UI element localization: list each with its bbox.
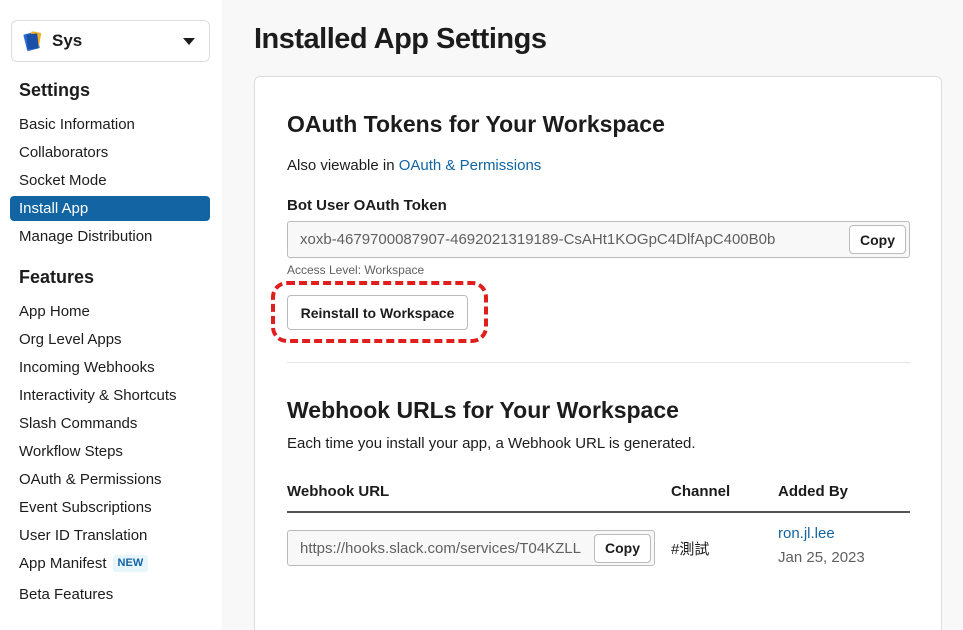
sidebar-item-interactivity-shortcuts[interactable]: Interactivity & Shortcuts — [10, 383, 210, 408]
app-name: Sys — [52, 31, 83, 50]
webhook-channel: #測試 — [671, 541, 710, 558]
settings-heading: Settings — [19, 80, 91, 100]
sidebar-item-manage-distribution[interactable]: Manage Distribution — [10, 224, 210, 249]
sidebar-item-incoming-webhooks[interactable]: Incoming Webhooks — [10, 355, 210, 380]
oauth-permissions-link[interactable]: OAuth & Permissions — [399, 157, 542, 174]
sidebar-item-app-manifest[interactable]: App Manifest NEW — [10, 551, 210, 576]
sidebar-item-install-app[interactable]: Install App — [10, 196, 210, 221]
sidebar-item-app-home[interactable]: App Home — [10, 299, 210, 324]
sidebar-item-oauth-permissions[interactable]: OAuth & Permissions — [10, 467, 210, 492]
copy-webhook-button[interactable]: Copy — [594, 533, 651, 563]
added-by-user-link[interactable]: ron.jl.lee — [778, 525, 835, 542]
sidebar-item-workflow-steps[interactable]: Workflow Steps — [10, 439, 210, 464]
sidebar-item-beta-features[interactable]: Beta Features — [10, 582, 210, 607]
sidebar-item-user-id-translation[interactable]: User ID Translation — [10, 523, 210, 548]
sidebar-item-basic-information[interactable]: Basic Information — [10, 112, 210, 137]
section-divider — [287, 362, 910, 363]
webhook-url-value: https://hooks.slack.com/services/T04KZLL — [300, 539, 581, 557]
bot-token-field[interactable]: xoxb-4679700087907-4692021319189-CsAHt1K… — [287, 221, 910, 258]
webhook-description: Each time you install your app, a Webhoo… — [287, 435, 696, 452]
access-level-text: Access Level: Workspace — [287, 263, 425, 277]
bot-token-label: Bot User OAuth Token — [287, 197, 447, 214]
oauth-tokens-heading: OAuth Tokens for Your Workspace — [287, 111, 665, 137]
column-header-webhook-url: Webhook URL — [287, 483, 390, 500]
features-heading: Features — [19, 267, 95, 287]
table-header-rule — [287, 511, 910, 513]
chevron-down-icon — [183, 37, 195, 45]
sidebar: Sys Settings Basic Information Collabora… — [0, 0, 222, 630]
sidebar-item-slash-commands[interactable]: Slash Commands — [10, 411, 210, 436]
sidebar-item-socket-mode[interactable]: Socket Mode — [10, 168, 210, 193]
app-selector[interactable]: Sys — [11, 20, 210, 62]
copy-token-button[interactable]: Copy — [849, 225, 906, 254]
webhook-url-field[interactable]: https://hooks.slack.com/services/T04KZLL… — [287, 530, 655, 566]
new-badge: NEW — [112, 555, 149, 572]
settings-card: OAuth Tokens for Your Workspace Also vie… — [254, 76, 942, 630]
added-date: Jan 25, 2023 — [778, 549, 865, 566]
webhook-urls-heading: Webhook URLs for Your Workspace — [287, 397, 679, 423]
sidebar-item-org-level-apps[interactable]: Org Level Apps — [10, 327, 210, 352]
also-viewable-text: Also viewable in OAuth & Permissions — [287, 157, 541, 174]
sidebar-item-label: App Manifest — [19, 555, 107, 572]
reinstall-button[interactable]: Reinstall to Workspace — [287, 295, 468, 330]
page-title: Installed App Settings — [254, 23, 547, 55]
bot-token-value: xoxb-4679700087907-4692021319189-CsAHt1K… — [300, 231, 776, 248]
column-header-added-by: Added By — [778, 483, 849, 500]
column-header-channel: Channel — [671, 483, 731, 500]
app-logo-icon — [23, 31, 42, 51]
sidebar-item-collaborators[interactable]: Collaborators — [10, 140, 210, 165]
also-viewable-prefix: Also viewable in — [287, 157, 399, 174]
sidebar-item-event-subscriptions[interactable]: Event Subscriptions — [10, 495, 210, 520]
